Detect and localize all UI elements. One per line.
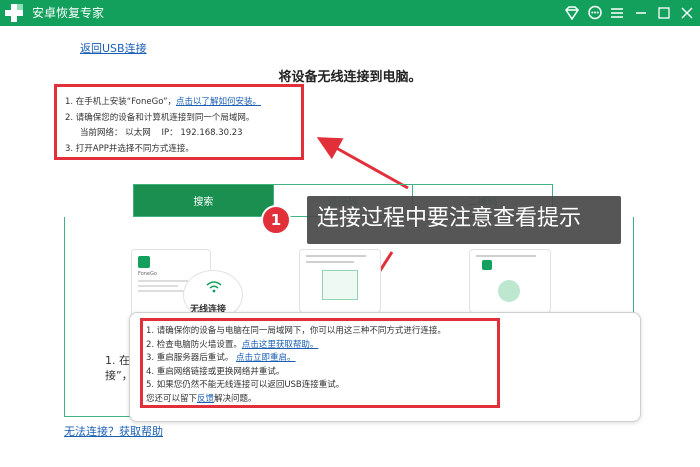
phone-preview-qr — [469, 249, 551, 313]
card-brand: FoneGo — [138, 271, 157, 277]
get-help-link[interactable]: 无法连接？获取帮助 — [64, 423, 163, 439]
firewall-help-link[interactable]: 点击这里获取帮助。 — [242, 340, 319, 350]
placeholder-line — [476, 255, 536, 257]
placeholder-line — [306, 255, 366, 257]
wifi-icon — [205, 280, 223, 294]
code-preview-box — [322, 270, 358, 300]
help-item-2: 2. 检查电脑防火墙设置。点击这里获取帮助。 — [146, 339, 497, 353]
help-item-4: 4. 重启网络链接或更换网络并重试。 — [146, 366, 285, 377]
step-badge: 1 — [261, 205, 291, 235]
help-footer-suffix: 解决问题。 — [214, 393, 257, 404]
callout-text: 连接过程中要注意查看提示 — [317, 206, 582, 231]
help-item-3-text: 3. 重启服务器后重试。 — [146, 353, 234, 364]
help-tips-highlight: 1. 请确保你的设备与电脑在同一局域网下，你可以用这三种不同方式进行连接。 2.… — [140, 318, 500, 408]
help-item-5: 5. 如果您仍然不能无线连接可以返回USB连接重试。 — [146, 380, 345, 391]
feedback-link[interactable]: 反馈 — [197, 394, 214, 404]
help-item-1: 1. 请确保你的设备与电脑在同一局域网下，你可以用这三种不同方式进行连接。 — [146, 326, 446, 336]
tab-search[interactable]: 搜索 — [134, 185, 274, 216]
help-item-3: 3. 重启服务器后重试。 点击立即重启。 — [146, 352, 497, 366]
placeholder-line — [138, 290, 184, 292]
partial-text-1: 1. 在 — [105, 354, 130, 367]
restart-now-link[interactable]: 点击立即重启。 — [236, 353, 296, 363]
fonego-app-icon — [138, 256, 150, 268]
placeholder-line — [138, 280, 188, 282]
qr-scan-icon — [498, 280, 520, 302]
placeholder-line — [306, 261, 354, 263]
app-icon — [482, 260, 492, 270]
placeholder-line — [138, 285, 178, 287]
help-footer: 您还可以留下反馈解决问题。 — [146, 393, 497, 407]
phone-preview-code — [299, 249, 381, 313]
help-footer-prefix: 您还可以留下 — [146, 393, 198, 404]
tip-callout: 连接过程中要注意查看提示 — [307, 196, 621, 244]
help-item-2-text: 2. 检查电脑防火墙设置。 — [146, 339, 242, 350]
